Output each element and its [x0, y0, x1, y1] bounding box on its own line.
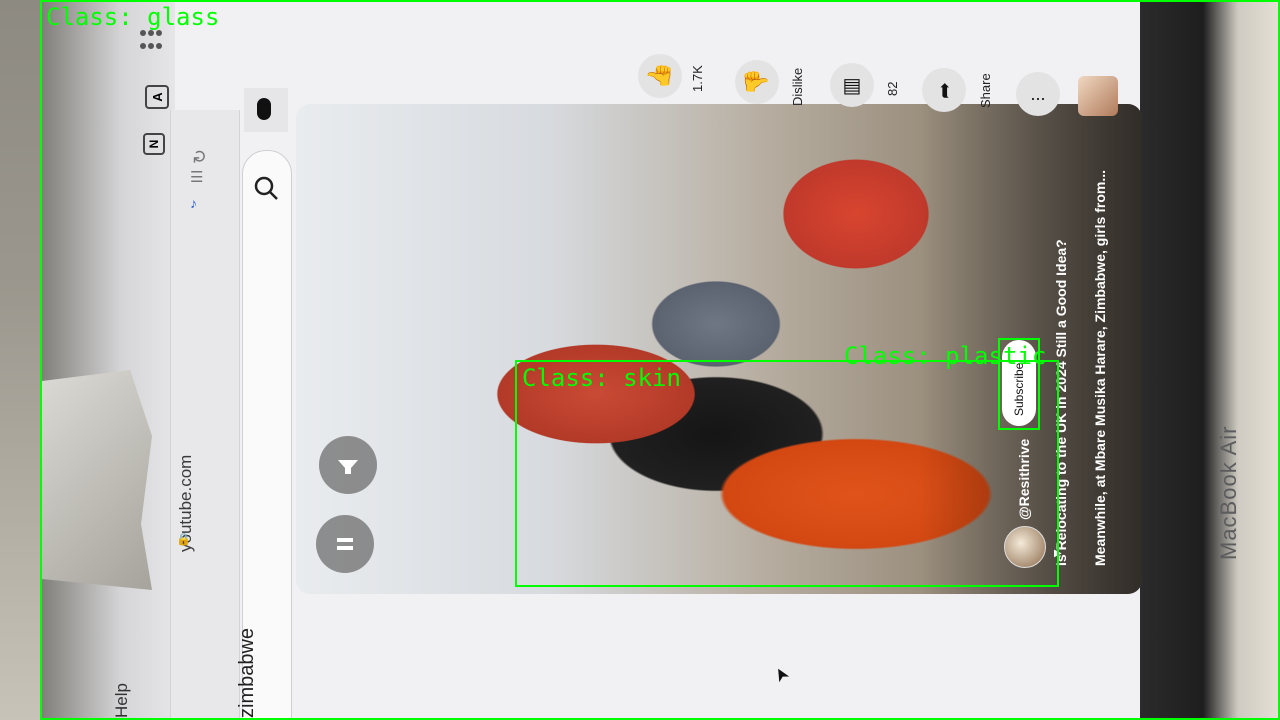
- detection-label-skin: Class: skin: [522, 364, 681, 392]
- detection-box-skin: [515, 360, 1059, 587]
- detection-label-glass: Class: glass: [46, 3, 220, 31]
- detection-label-plastic: Class: plastic: [844, 342, 1047, 370]
- desk-background: [0, 0, 40, 720]
